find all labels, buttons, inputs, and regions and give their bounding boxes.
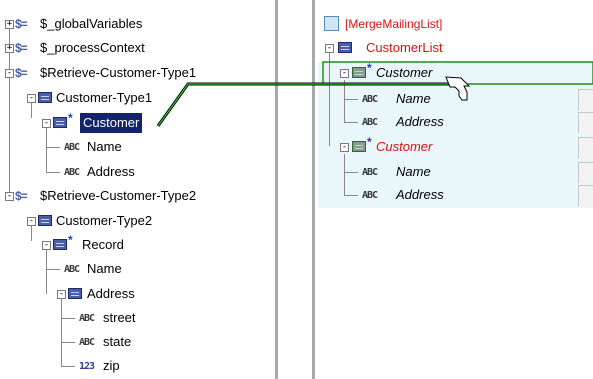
repeat-marker-icon: *: [367, 61, 372, 75]
tree-node-label: Customer-Type1: [56, 90, 153, 105]
tree-node-customer-type1[interactable]: - Customer-Type1: [0, 88, 275, 108]
target-node-address-2[interactable]: ABC Address: [318, 185, 593, 206]
element-icon: [53, 117, 67, 128]
string-icon: ABC: [362, 190, 378, 201]
splitter-bar[interactable]: [275, 0, 278, 379]
tree-node-label: Customer: [376, 139, 433, 154]
collapse-icon[interactable]: -: [340, 143, 349, 152]
tree-node-record[interactable]: - * Record: [0, 233, 275, 255]
tree-node-label: Name: [396, 164, 431, 179]
tree-node-label: $_globalVariables: [40, 16, 143, 31]
variable-icon: $=: [15, 41, 28, 55]
tree-node-retrieve-customer-type1[interactable]: - $= $Retrieve-Customer-Type1: [0, 63, 275, 83]
string-icon: ABC: [79, 313, 95, 324]
collapse-icon[interactable]: -: [5, 69, 14, 78]
collapse-icon[interactable]: -: [340, 69, 349, 78]
string-icon: ABC: [64, 142, 80, 153]
string-icon: ABC: [362, 117, 378, 128]
element-icon: [352, 141, 366, 152]
element-icon: [38, 215, 52, 226]
collapse-icon[interactable]: -: [42, 119, 51, 128]
tree-node-label: Name: [87, 261, 122, 276]
mapping-cell[interactable]: [578, 137, 593, 158]
collapse-icon[interactable]: -: [57, 290, 66, 299]
tree-node-label: Customer-Type2: [56, 213, 153, 228]
tree-node-global-variables[interactable]: + $= $_globalVariables: [0, 14, 275, 34]
variable-icon: $=: [15, 66, 28, 80]
repeat-marker-icon: *: [68, 233, 73, 247]
mapping-cell[interactable]: [578, 89, 593, 110]
element-icon: [38, 92, 52, 103]
variable-icon: $=: [15, 17, 28, 31]
variable-icon: $=: [15, 189, 28, 203]
tree-node-zip[interactable]: 123 zip: [0, 356, 275, 376]
target-node-customer-list[interactable]: - CustomerList: [318, 38, 593, 58]
mapping-cell[interactable]: [578, 112, 593, 133]
string-icon: ABC: [64, 167, 80, 178]
target-node-customer-unmapped[interactable]: - * Customer: [318, 135, 593, 158]
target-node-customer-mapped[interactable]: - * Customer: [318, 61, 593, 83]
tree-node-street[interactable]: ABC street: [0, 308, 275, 328]
mapping-icon: [324, 16, 339, 31]
tree-node-label: Customer: [80, 113, 143, 133]
tree-node-label: Name: [87, 139, 122, 154]
mapping-cell[interactable]: [578, 162, 593, 183]
tree-node-label: zip: [103, 358, 120, 373]
pane-splitter[interactable]: [275, 0, 315, 379]
tree-node-label: Record: [82, 237, 124, 252]
element-icon: [68, 288, 82, 299]
tree-node-label: $Retrieve-Customer-Type1: [40, 65, 197, 80]
tree-node-record-name[interactable]: ABC Name: [0, 259, 275, 279]
tree-node-label: $Retrieve-Customer-Type2: [40, 188, 197, 203]
string-icon: ABC: [362, 94, 378, 105]
collapse-icon[interactable]: -: [5, 192, 14, 201]
target-root-node[interactable]: [MergeMailingList]: [318, 14, 593, 34]
tree-node-label: Customer: [376, 65, 433, 80]
tree-node-label: Name: [396, 91, 431, 106]
tree-node-label: [MergeMailingList]: [345, 17, 443, 31]
tree-node-address[interactable]: ABC Address: [0, 162, 275, 182]
target-node-name-2[interactable]: ABC Name: [318, 162, 593, 183]
string-icon: ABC: [362, 167, 378, 178]
element-icon: [53, 239, 67, 250]
tree-node-name[interactable]: ABC Name: [0, 137, 275, 157]
tree-node-customer-type2[interactable]: - Customer-Type2: [0, 211, 275, 231]
tree-node-customer-selected[interactable]: - * Customer: [0, 111, 275, 133]
tree-node-state[interactable]: ABC state: [0, 332, 275, 352]
collapse-icon[interactable]: -: [27, 217, 36, 226]
expand-icon[interactable]: +: [5, 20, 14, 29]
tree-node-label: Address: [396, 187, 444, 202]
tree-node-process-context[interactable]: + $= $_processContext: [0, 38, 275, 58]
target-tree-pane: [MergeMailingList] - CustomerList - * Cu…: [318, 0, 593, 379]
string-icon: ABC: [79, 337, 95, 348]
splitter-bar[interactable]: [312, 0, 315, 379]
collapse-icon[interactable]: -: [42, 241, 51, 250]
source-tree-pane: + $= $_globalVariables + $= $_processCon…: [0, 0, 275, 379]
tree-node-label: Address: [87, 164, 135, 179]
tree-node-label: $_processContext: [40, 40, 145, 55]
tree-node-label: Address: [87, 286, 135, 301]
collapse-icon[interactable]: -: [27, 94, 36, 103]
tree-node-label: street: [103, 310, 136, 325]
number-icon: 123: [79, 361, 95, 372]
tree-node-retrieve-customer-type2[interactable]: - $= $Retrieve-Customer-Type2: [0, 186, 275, 206]
element-icon: [352, 67, 366, 78]
tree-node-label: Address: [396, 114, 444, 129]
element-icon: [338, 42, 352, 53]
target-node-address[interactable]: ABC Address: [318, 112, 593, 133]
mapping-cell[interactable]: [578, 185, 593, 206]
tree-node-label: state: [103, 334, 132, 349]
repeat-marker-icon: *: [367, 135, 372, 149]
repeat-marker-icon: *: [68, 111, 73, 125]
tree-node-label: CustomerList: [366, 40, 443, 55]
string-icon: ABC: [64, 264, 80, 275]
expand-icon[interactable]: +: [5, 44, 14, 53]
tree-node-record-address[interactable]: - Address: [0, 284, 275, 304]
target-node-name[interactable]: ABC Name: [318, 89, 593, 110]
collapse-icon[interactable]: -: [325, 44, 334, 53]
